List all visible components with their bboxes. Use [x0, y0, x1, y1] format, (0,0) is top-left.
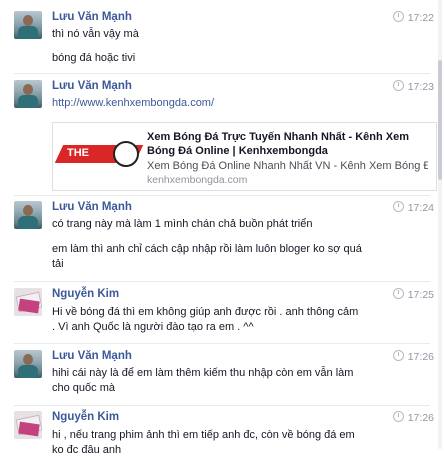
clock-icon	[392, 11, 404, 22]
message-text: cho quốc mà	[52, 382, 115, 394]
sender-name[interactable]: Lưu Văn Mạnh	[52, 80, 132, 92]
message-text: hi , nếu trang phim ảnh thì em tiếp anh …	[52, 429, 355, 441]
divider	[14, 281, 430, 282]
timestamp: 17:25	[392, 288, 434, 301]
timestamp: 17:24	[392, 201, 434, 214]
sender-name[interactable]: Nguyễn Kim	[52, 411, 119, 423]
message-text: hihi cái này là để em làm thêm kiếm thu …	[52, 367, 354, 379]
preview-domain: kenhxembongda.com	[147, 174, 248, 186]
clock-icon	[392, 288, 404, 299]
sender-name[interactable]: Nguyễn Kim	[52, 288, 119, 300]
avatar[interactable]	[14, 288, 42, 316]
timestamp: 17:26	[392, 411, 434, 424]
message-text: em làm thì anh chỉ cách cập nhập rồi làm…	[52, 243, 362, 255]
time-text: 17:24	[407, 202, 434, 214]
time-text: 17:22	[407, 12, 434, 24]
scrollbar-thumb[interactable]	[438, 60, 442, 180]
message-text: bóng đá hoặc tivi	[52, 52, 136, 64]
message-link[interactable]: http://www.kenhxembongda.com/	[52, 96, 430, 110]
avatar[interactable]	[14, 201, 42, 229]
soccer-ball-icon	[113, 141, 139, 167]
avatar[interactable]	[14, 80, 42, 108]
divider	[14, 405, 430, 406]
avatar[interactable]	[14, 411, 42, 439]
clock-icon	[392, 350, 404, 361]
sender-name[interactable]: Lưu Văn Mạnh	[52, 350, 132, 362]
timestamp: 17:26	[392, 350, 434, 363]
message-text: tải	[52, 258, 64, 270]
preview-thumbnail[interactable]: THE	[54, 131, 144, 181]
sender-name[interactable]: Lưu Văn Mạnh	[52, 201, 132, 213]
preview-description: Xem Bóng Đá Online Nhanh Nhất VN - Kênh …	[147, 160, 428, 172]
timestamp: 17:23	[392, 80, 434, 93]
avatar[interactable]	[14, 350, 42, 378]
message-text: có trang này mà làm 1 mình chán chả buồn…	[52, 218, 313, 230]
time-text: 17:26	[407, 412, 434, 424]
clock-icon	[392, 201, 404, 212]
divider	[14, 73, 430, 74]
time-text: 17:23	[407, 81, 434, 93]
thumbnail-text: THE	[67, 147, 89, 159]
message-text: . Vì anh Quốc là người đào tạo ra em . ^…	[52, 321, 254, 333]
divider	[14, 195, 430, 196]
link-preview-card[interactable]: THE Xem Bóng Đá Trực Tuyến Nhanh Nhất - …	[52, 122, 437, 191]
time-text: 17:26	[407, 351, 434, 363]
message-text: thì nó vẫn vậy mà	[52, 28, 139, 40]
message-text: Hi về bóng đá thì em không giúp anh được…	[52, 306, 359, 318]
sender-name[interactable]: Lưu Văn Mạnh	[52, 11, 132, 23]
preview-title[interactable]: Xem Bóng Đá Trực Tuyến Nhanh Nhất - Kênh…	[147, 130, 428, 158]
avatar[interactable]	[14, 11, 42, 39]
clock-icon	[392, 80, 404, 91]
timestamp: 17:22	[392, 11, 434, 24]
divider	[14, 343, 430, 344]
clock-icon	[392, 411, 404, 422]
message-text: ko đc đâu anh	[52, 444, 122, 456]
time-text: 17:25	[407, 289, 434, 301]
